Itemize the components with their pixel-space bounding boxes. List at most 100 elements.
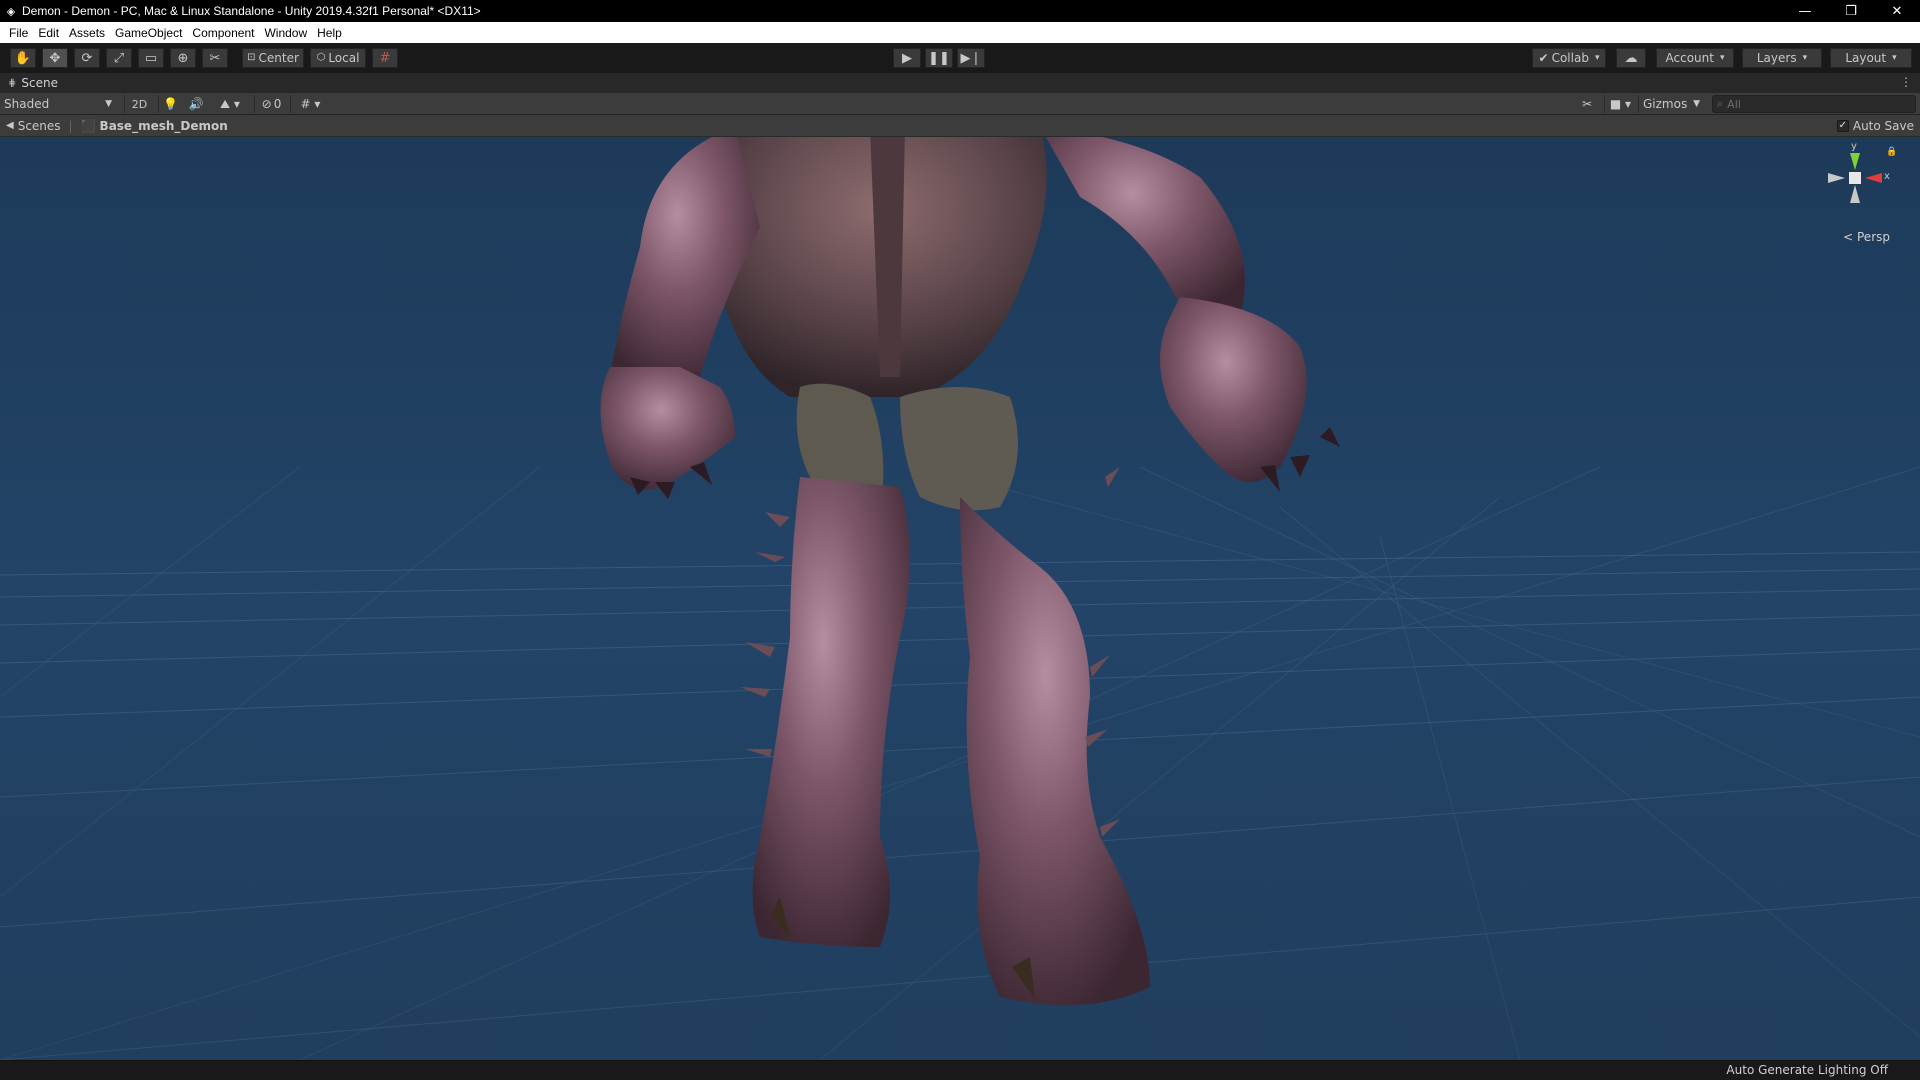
gizmo-x-label: x bbox=[1884, 171, 1890, 182]
rect-tool-button[interactable]: ▭ bbox=[138, 48, 164, 68]
scene-search-input[interactable]: ⌕ All bbox=[1712, 95, 1916, 113]
account-label: Account bbox=[1665, 51, 1714, 65]
tools-toggle[interactable]: ✂ bbox=[1576, 95, 1598, 113]
gizmos-dropdown[interactable]: Gizmos ▼ bbox=[1638, 95, 1704, 113]
menu-help[interactable]: Help bbox=[312, 26, 347, 40]
step-icon: ▶❘ bbox=[960, 50, 982, 66]
menu-file[interactable]: File bbox=[4, 26, 33, 40]
gizmo-y-label: y bbox=[1851, 141, 1857, 152]
grid-toggle-icon: # ▾ bbox=[300, 97, 321, 111]
menu-gameobject[interactable]: GameObject bbox=[110, 26, 187, 40]
more-options-icon[interactable]: ⋮ bbox=[1900, 75, 1912, 89]
scene-viewport[interactable]: y x 🔒 < Persp bbox=[0, 137, 1920, 1060]
lightbulb-icon: 💡 bbox=[163, 97, 178, 111]
gizmos-label: Gizmos bbox=[1643, 97, 1688, 111]
window-title: Demon - Demon - PC, Mac & Linux Standalo… bbox=[22, 4, 481, 18]
space-label: Local bbox=[328, 51, 360, 65]
projection-toggle[interactable]: < Persp bbox=[1843, 230, 1890, 244]
breadcrumb-divider: | bbox=[68, 118, 73, 133]
menu-edit[interactable]: Edit bbox=[33, 26, 64, 40]
local-icon: ⬡ bbox=[316, 52, 326, 63]
pause-button[interactable]: ❚❚ bbox=[925, 48, 953, 68]
pivot-icon: ⊡ bbox=[247, 52, 256, 63]
search-placeholder: All bbox=[1727, 97, 1741, 111]
rotate-tool-button[interactable]: ⟳ bbox=[74, 48, 100, 68]
hidden-objects-toggle[interactable]: ⊘ 0 bbox=[254, 95, 288, 113]
scale-icon: ⤢ bbox=[113, 50, 125, 66]
custom-tool-button[interactable]: ✂ bbox=[202, 48, 228, 68]
auto-save-label: Auto Save bbox=[1852, 119, 1914, 133]
play-button[interactable]: ▶ bbox=[893, 48, 921, 68]
unity-logo-icon: ◈ bbox=[6, 4, 16, 18]
camera-icon: ■ ▾ bbox=[1609, 97, 1632, 111]
pivot-local-button[interactable]: ⬡ Local bbox=[310, 48, 366, 68]
toggle-2d-button[interactable]: 2D bbox=[124, 95, 154, 113]
scale-tool-button[interactable]: ⤢ bbox=[106, 48, 132, 68]
tab-scene-label: Scene bbox=[21, 76, 58, 90]
grid-icon: ⋕ bbox=[8, 77, 17, 89]
back-icon: ◀ bbox=[6, 120, 14, 131]
cloud-button[interactable]: ☁ bbox=[1616, 48, 1646, 68]
toggle-2d-label: 2D bbox=[131, 97, 148, 111]
lighting-status[interactable]: Auto Generate Lighting Off bbox=[1726, 1063, 1888, 1077]
close-icon[interactable]: ✕ bbox=[1874, 0, 1920, 22]
cloud-icon: ☁ bbox=[1624, 50, 1638, 66]
scene-tab-bar: ⋕ Scene ⋮ bbox=[0, 73, 1920, 93]
pause-icon: ❚❚ bbox=[928, 50, 950, 66]
lock-icon[interactable]: 🔒 bbox=[1886, 147, 1897, 157]
status-bar: Auto Generate Lighting Off bbox=[0, 1060, 1920, 1080]
move-tool-button[interactable]: ✥ bbox=[42, 48, 68, 68]
layout-dropdown[interactable]: Layout bbox=[1830, 48, 1912, 68]
lighting-toggle[interactable]: 💡 bbox=[158, 95, 182, 113]
move-icon: ✥ bbox=[49, 50, 61, 66]
axis-gizmo-icon bbox=[1828, 153, 1882, 203]
perspective-icon: < bbox=[1843, 230, 1854, 244]
transform-icon: ⊕ bbox=[177, 50, 189, 66]
layers-dropdown[interactable]: Layers bbox=[1742, 48, 1822, 68]
check-circle-icon: ✔ bbox=[1538, 51, 1549, 65]
prefab-cube-icon: ⬛ bbox=[80, 118, 96, 133]
breadcrumb-scenes[interactable]: ◀ Scenes bbox=[0, 119, 61, 133]
auto-save-toggle[interactable]: ✓ Auto Save bbox=[1836, 119, 1914, 133]
draw-mode-dropdown[interactable]: Shaded ▼ bbox=[4, 95, 116, 113]
snap-button[interactable]: # bbox=[372, 48, 398, 68]
minimize-icon[interactable]: — bbox=[1782, 0, 1828, 22]
grid-toggle-dropdown[interactable]: # ▾ bbox=[290, 95, 330, 113]
scene-canvas bbox=[0, 137, 1920, 1060]
tab-scene[interactable]: ⋕ Scene bbox=[0, 76, 58, 90]
chevron-down-icon: ▼ bbox=[1693, 99, 1700, 109]
breadcrumb-prefab-label: Base_mesh_Demon bbox=[99, 118, 228, 133]
menu-window[interactable]: Window bbox=[259, 26, 312, 40]
transform-tool-button[interactable]: ⊕ bbox=[170, 48, 196, 68]
collab-label: Collab bbox=[1551, 51, 1589, 65]
draw-mode-label: Shaded bbox=[4, 97, 50, 111]
rotate-icon: ⟳ bbox=[81, 50, 93, 66]
hand-tool-button[interactable]: ✋ bbox=[10, 48, 36, 68]
checkbox[interactable]: ✓ bbox=[1836, 120, 1849, 132]
audio-toggle[interactable]: 🔊 bbox=[184, 95, 208, 113]
account-dropdown[interactable]: Account bbox=[1656, 48, 1734, 68]
rect-icon: ▭ bbox=[144, 50, 158, 66]
menu-assets[interactable]: Assets bbox=[64, 26, 110, 40]
menu-bar: File Edit Assets GameObject Component Wi… bbox=[0, 22, 1920, 43]
pivot-center-button[interactable]: ⊡ Center bbox=[242, 48, 304, 68]
custom-tool-icon: ✂ bbox=[209, 50, 221, 66]
projection-label: Persp bbox=[1857, 230, 1890, 244]
effects-icon: ⛰ ▾ bbox=[220, 96, 240, 111]
main-toolbar: ✋ ✥ ⟳ ⤢ ▭ ⊕ ✂ ⊡ Center ⬡ Local # ▶ ❚❚ ▶❘… bbox=[0, 43, 1920, 73]
scene-toolbar: Shaded ▼ 2D 💡 🔊 ⛰ ▾ ⊘ 0 # ▾ ✂ ■ ▾ Gizmos… bbox=[0, 93, 1920, 115]
grid-snap-icon: # bbox=[379, 50, 391, 66]
breadcrumb-scenes-label: Scenes bbox=[17, 118, 61, 133]
camera-dropdown[interactable]: ■ ▾ bbox=[1604, 95, 1636, 113]
step-button[interactable]: ▶❘ bbox=[957, 48, 985, 68]
collab-dropdown[interactable]: ✔ Collab bbox=[1532, 48, 1606, 68]
speaker-icon: 🔊 bbox=[188, 97, 204, 111]
play-icon: ▶ bbox=[902, 50, 912, 66]
restore-icon[interactable]: ❐ bbox=[1828, 0, 1874, 22]
orientation-gizmo[interactable]: y x 🔒 bbox=[1820, 141, 1897, 225]
breadcrumb-prefab[interactable]: ⬛ Base_mesh_Demon bbox=[81, 119, 228, 133]
breadcrumb: ◀ Scenes | ⬛ Base_mesh_Demon ✓ Auto Save bbox=[0, 115, 1920, 137]
tools-icon: ✂ bbox=[1581, 97, 1593, 111]
effects-dropdown[interactable]: ⛰ ▾ bbox=[210, 95, 250, 113]
menu-component[interactable]: Component bbox=[187, 26, 259, 40]
